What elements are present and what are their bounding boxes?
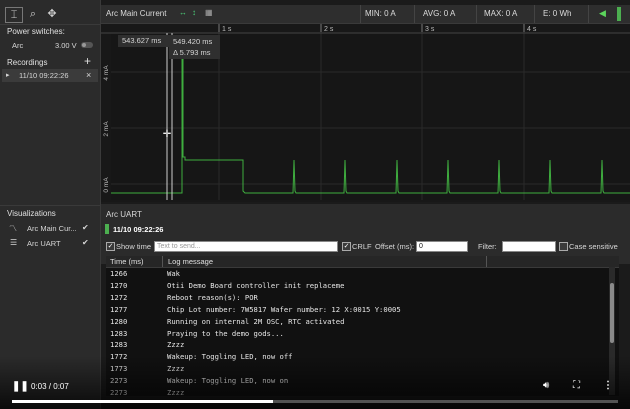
- recording-entry: 11/10 09:22:26: [19, 71, 69, 80]
- collapse-arrow-icon[interactable]: ◀: [599, 8, 606, 19]
- log-message: Zzzz: [167, 340, 185, 350]
- video-time: 0:03 / 0:07: [31, 382, 69, 391]
- energy-readout: E: 0 Wh: [543, 9, 572, 18]
- avg-readout: AVG: 0 A: [423, 9, 456, 18]
- log-header: Time (ms) Log message: [106, 256, 619, 268]
- log-message: Wak: [167, 269, 180, 278]
- cursor-a-label: 543.627 ms: [118, 35, 171, 47]
- y-tick-label: 4 mA: [103, 65, 110, 81]
- power-switches-title: Power switches:: [7, 27, 65, 36]
- video-progress-bar[interactable]: [12, 400, 618, 403]
- checkmark-icon[interactable]: ✔: [82, 238, 89, 247]
- checkmark-icon[interactable]: ✔: [82, 223, 89, 232]
- offset-label: Offset (ms):: [375, 242, 415, 251]
- delta-label: Δ 5.793 ms: [173, 48, 211, 57]
- filter-input[interactable]: [502, 241, 556, 252]
- add-recording-button[interactable]: +: [84, 54, 91, 68]
- recordings-title: Recordings: [7, 58, 48, 67]
- log-message: Running on internal 2M OSC, RTC activate…: [167, 316, 345, 326]
- viz-item-main-current[interactable]: 〽 Arc Main Cur... ✔: [0, 221, 100, 235]
- volume-icon[interactable]: 🔊︎: [543, 380, 549, 391]
- log-time: 1270: [110, 280, 128, 290]
- selection-icon[interactable]: ⌶: [5, 7, 23, 23]
- log-row[interactable]: 1266 Wak: [106, 268, 611, 279]
- viz-item-uart[interactable]: ☰ Arc UART ✔: [0, 236, 100, 250]
- log-time: 1280: [110, 316, 128, 326]
- offset-input[interactable]: 0: [416, 241, 468, 252]
- crosshair-cursor-icon: ✛: [163, 129, 172, 140]
- log-row[interactable]: 1272 Reboot reason(s): POR: [106, 292, 611, 303]
- list-icon: ☰: [10, 238, 18, 247]
- y-tick-label: 2 mA: [103, 121, 110, 137]
- log-message: Otii Demo Board controller init replacem…: [167, 280, 345, 290]
- more-options-icon[interactable]: ⋮: [603, 380, 613, 391]
- case-sensitive-label: Case sensitive: [569, 242, 618, 251]
- log-message: Praying to the demo gods...: [167, 328, 284, 338]
- log-row[interactable]: 1283 Praying to the demo gods...: [106, 328, 611, 339]
- zoom-icon[interactable]: ⌕: [25, 7, 41, 21]
- fullscreen-icon[interactable]: ⛶: [573, 380, 580, 391]
- uart-title: Arc UART: [106, 210, 142, 219]
- show-time-checkbox[interactable]: ✓: [106, 242, 115, 251]
- x-tick-label: 1 s: [222, 26, 232, 33]
- line-chart-icon: 〽: [9, 224, 17, 233]
- recording-row[interactable]: ▸ 11/10 09:22:26 ×: [2, 69, 98, 82]
- send-text-input[interactable]: Text to send...: [154, 241, 338, 252]
- left-sidebar: ⌶ ⌕ ✥ Power switches: Arc 3.00 V Recordi…: [0, 0, 101, 409]
- arc-label: Arc: [12, 41, 24, 50]
- arc-voltage[interactable]: 3.00 V: [55, 41, 77, 50]
- scroll-thumb[interactable]: [610, 283, 614, 343]
- case-sensitive-checkbox[interactable]: [559, 242, 568, 251]
- log-row[interactable]: 1277 Chip Lot number: 7W5817 Wafer number…: [106, 304, 611, 315]
- max-readout: MAX: 0 A: [484, 9, 518, 18]
- min-readout: MIN: 0 A: [365, 9, 396, 18]
- channel-header: Arc Main Current ↔ ↕ ▦ MIN: 0 A AVG: 0 A…: [101, 5, 630, 24]
- cursor-b-box: 549.420 ms Δ 5.793 ms: [169, 35, 220, 59]
- col-time-header[interactable]: Time (ms): [110, 257, 143, 266]
- crlf-label: CRLF: [352, 242, 372, 251]
- log-row[interactable]: 1283 Zzzz: [106, 339, 611, 350]
- log-row[interactable]: 1280 Running on internal 2M OSC, RTC acti…: [106, 316, 611, 327]
- pause-icon[interactable]: ❚❚: [12, 381, 29, 392]
- channel-color-bar: [617, 7, 621, 21]
- viz-label: Arc Main Cur...: [27, 224, 77, 233]
- log-time: 1283: [110, 340, 128, 350]
- expand-arrow-icon[interactable]: ▸: [6, 71, 10, 79]
- close-recording-icon[interactable]: ×: [86, 70, 91, 80]
- cursor-b-label: 549.420 ms: [173, 37, 213, 46]
- log-time: 1277: [110, 304, 128, 314]
- x-tick-label: 4 s: [527, 26, 537, 33]
- expand-vertical-icon[interactable]: ↕: [192, 8, 196, 17]
- expand-horizontal-icon[interactable]: ↔: [179, 8, 187, 17]
- channel-title: Arc Main Current: [106, 9, 167, 18]
- recording-color-bar: [105, 224, 109, 234]
- crlf-checkbox[interactable]: ✓: [342, 242, 351, 251]
- log-time: 1266: [110, 269, 128, 278]
- filter-label: Filter:: [478, 242, 497, 251]
- log-row[interactable]: 1270 Otii Demo Board controller init repl…: [106, 280, 611, 291]
- show-time-label: Show time: [116, 242, 152, 251]
- y-tick-label: 0 mA: [103, 177, 110, 193]
- uart-panel: Arc UART 11/10 09:22:26 ✓ Show time Text…: [101, 204, 630, 264]
- viz-label: Arc UART: [27, 239, 61, 248]
- log-time: 1283: [110, 328, 128, 338]
- arc-power-toggle[interactable]: [81, 42, 93, 48]
- move-icon[interactable]: ✥: [44, 7, 60, 21]
- video-progress-fill: [12, 400, 273, 403]
- settings-icon[interactable]: ▦: [205, 8, 213, 17]
- uart-recording: 11/10 09:22:26: [113, 225, 164, 234]
- current-chart[interactable]: 1 s 2 s 3 s 4 s 4 mA 2 mA 0 mA ✛ 543.627 ms 5…: [101, 24, 630, 202]
- x-tick-label: 3 s: [425, 26, 435, 33]
- visualizations-title: Visualizations: [7, 209, 56, 218]
- col-message-header[interactable]: Log message: [168, 257, 213, 266]
- log-time: 1272: [110, 292, 128, 302]
- log-message: Reboot reason(s): POR: [167, 292, 258, 302]
- x-tick-label: 2 s: [324, 26, 334, 33]
- log-message: Chip Lot number: 7W5817 Wafer number: 12…: [167, 304, 401, 314]
